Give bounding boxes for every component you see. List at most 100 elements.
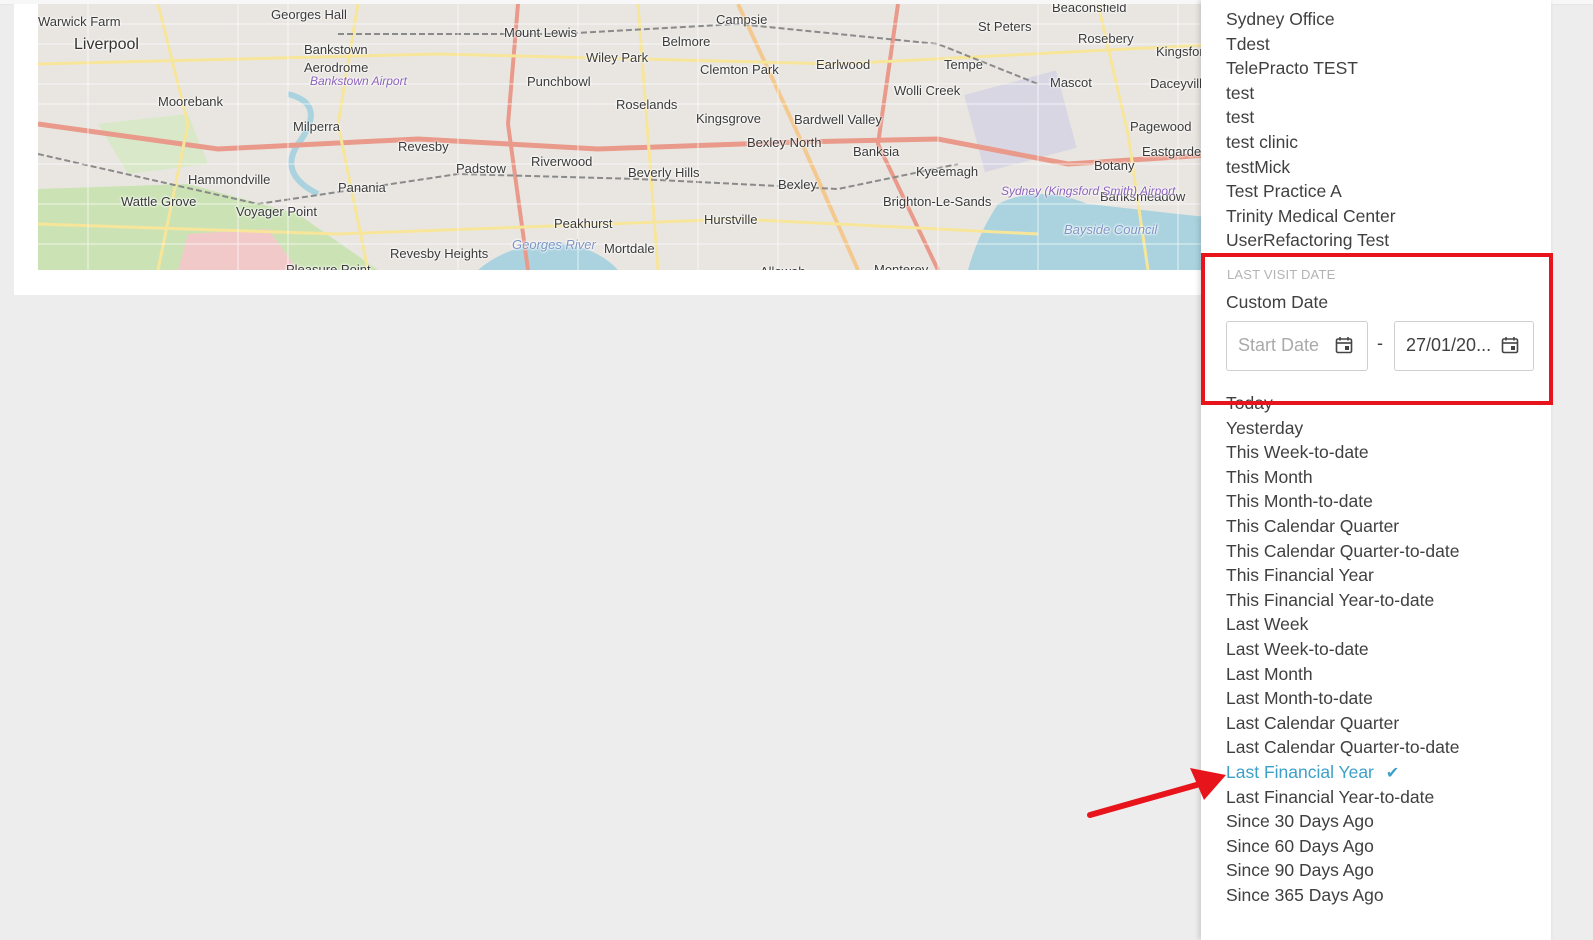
- map-place-label: Wattle Grove: [121, 194, 197, 209]
- map-place-label: Peakhurst: [554, 216, 613, 231]
- map-place-label: Mount Lewis: [504, 25, 577, 40]
- map-place-label: Hammondville: [188, 172, 271, 187]
- map-place-label: Roselands: [616, 97, 678, 112]
- map-place-label: Panania: [338, 180, 386, 195]
- date-range-option[interactable]: This Month: [1226, 465, 1313, 489]
- practice-option[interactable]: Test Practice A: [1226, 179, 1342, 203]
- date-range-option[interactable]: This Calendar Quarter: [1226, 514, 1399, 538]
- practice-option[interactable]: test clinic: [1226, 130, 1298, 154]
- map-view[interactable]: Warwick Farm Liverpool Georges Hall Banksto…: [38, 4, 1224, 270]
- map-place-label: Banksia: [853, 144, 900, 159]
- date-range-option-label: Last Week: [1226, 614, 1309, 635]
- map-place-label: Belmore: [662, 34, 711, 49]
- practice-option[interactable]: Trinity Medical Center: [1226, 204, 1396, 228]
- date-range-option-label: This Calendar Quarter-to-date: [1226, 540, 1460, 561]
- map-place-label: Mascot: [1050, 75, 1092, 90]
- map-place-label: Georges River: [512, 237, 596, 252]
- red-highlight-box: [1201, 253, 1553, 405]
- map-place-label: Bankstown Airport: [310, 74, 407, 88]
- map-place-label: Riverwood: [531, 154, 593, 169]
- map-place-label: Mortdale: [604, 241, 655, 256]
- red-arrow-annotation: [1087, 768, 1226, 818]
- map-place-label: Kingsgrove: [696, 111, 762, 126]
- date-range-option[interactable]: Last Calendar Quarter: [1226, 711, 1399, 735]
- map-place-label: Moorebank: [158, 94, 224, 109]
- map-place-label: Clemton Park: [700, 62, 779, 77]
- map-place-label: Pagewood: [1130, 119, 1192, 134]
- date-range-option[interactable]: Since 30 Days Ago: [1226, 809, 1374, 833]
- map-place-label: Bardwell Valley: [794, 112, 882, 127]
- map-place-label: Revesby Heights: [390, 246, 489, 261]
- map-place-label: Aerodrome: [304, 60, 369, 75]
- date-range-option-label: This Month-to-date: [1226, 491, 1373, 512]
- map-place-label: Voyager Point: [236, 204, 317, 219]
- date-range-option-label: Last Financial Year: [1226, 762, 1374, 782]
- map-place-label: Monterey: [874, 262, 929, 270]
- date-range-option[interactable]: Last Week: [1226, 612, 1308, 636]
- map-place-label: Revesby: [398, 139, 449, 154]
- map-place-label: Sydney (Kingsford Smith) Airport: [1001, 184, 1176, 198]
- date-range-option[interactable]: This Week-to-date: [1226, 440, 1369, 464]
- date-range-option[interactable]: Last Month-to-date: [1226, 686, 1373, 710]
- practice-option[interactable]: UserRefactoring Test: [1226, 228, 1389, 252]
- map-place-label: Kyeemagh: [916, 164, 979, 179]
- date-range-option-label: Last Financial Year-to-date: [1226, 786, 1435, 807]
- map-place-label: Rosebery: [1078, 31, 1134, 46]
- practice-option[interactable]: testMick: [1226, 155, 1290, 179]
- date-range-option-label: Last Calendar Quarter: [1226, 712, 1400, 733]
- map-place-label: Earlwood: [816, 57, 871, 72]
- date-range-option[interactable]: Last Month: [1226, 662, 1313, 686]
- date-range-option-label: Yesterday: [1226, 417, 1304, 438]
- date-range-option-label: Since 90 Days Ago: [1226, 860, 1374, 881]
- map-place-label: Campsie: [716, 12, 768, 27]
- date-range-option-label: Since 60 Days Ago: [1226, 835, 1374, 856]
- practice-option[interactable]: TelePracto TEST: [1226, 56, 1358, 80]
- map-place-label: Tempe: [944, 57, 984, 72]
- map-place-label: Wolli Creek: [894, 83, 961, 98]
- map-place-label: Milperra: [293, 119, 340, 134]
- map-place-label: Pleasure Point: [286, 262, 371, 270]
- map-place-label: Bayside Council: [1064, 222, 1158, 237]
- practice-option[interactable]: Sydney Office: [1226, 7, 1335, 31]
- practice-option[interactable]: Tdest: [1226, 32, 1270, 56]
- date-range-option-label: Last Calendar Quarter-to-date: [1226, 737, 1460, 758]
- date-range-option[interactable]: This Financial Year-to-date: [1226, 588, 1434, 612]
- date-range-option[interactable]: This Calendar Quarter-to-date: [1226, 539, 1459, 563]
- map-place-label: St Peters: [978, 19, 1032, 34]
- date-range-option-label: This Financial Year-to-date: [1226, 589, 1435, 610]
- date-range-option[interactable]: Since 60 Days Ago: [1226, 834, 1374, 858]
- date-range-option-label: This Calendar Quarter: [1226, 516, 1400, 536]
- date-range-option[interactable]: Last Week-to-date: [1226, 637, 1369, 661]
- map-place-label: Allawah: [760, 264, 806, 270]
- date-range-option[interactable]: Since 365 Days Ago: [1226, 883, 1384, 907]
- date-range-option[interactable]: Last Calendar Quarter-to-date: [1226, 735, 1459, 759]
- date-range-option[interactable]: Since 90 Days Ago: [1226, 858, 1374, 882]
- map-place-label: Botany: [1094, 158, 1135, 173]
- date-range-option[interactable]: This Month-to-date: [1226, 489, 1373, 513]
- date-range-option[interactable]: This Financial Year: [1226, 563, 1374, 587]
- date-range-option[interactable]: Last Financial Year ✔: [1226, 760, 1399, 784]
- date-range-option-label: Since 30 Days Ago: [1226, 811, 1374, 832]
- date-range-option-label: This Month: [1226, 466, 1313, 487]
- map-place-label: Liverpool: [74, 36, 139, 53]
- date-range-option-label: This Week-to-date: [1226, 442, 1369, 463]
- map-place-label: Padstow: [456, 161, 506, 176]
- date-range-option[interactable]: Yesterday: [1226, 416, 1303, 440]
- date-range-option[interactable]: Last Financial Year-to-date: [1226, 785, 1434, 809]
- date-range-option-label: Last Month-to-date: [1226, 688, 1373, 709]
- practice-option[interactable]: test: [1226, 81, 1254, 105]
- map-place-label: Bexley North: [747, 135, 822, 150]
- map-place-label: Punchbowl: [527, 74, 591, 89]
- map-place-label: Beverly Hills: [628, 165, 700, 180]
- check-icon: ✔: [1385, 765, 1400, 782]
- map-graphic: [38, 4, 1224, 270]
- map-place-label: Hurstville: [704, 212, 758, 227]
- map-place-label: Brighton-Le-Sands: [883, 194, 992, 209]
- date-range-option-label: Since 365 Days Ago: [1226, 885, 1384, 905]
- map-place-label: Bankstown: [304, 42, 368, 57]
- date-range-option-label: This Financial Year: [1226, 565, 1374, 586]
- map-place-label: Georges Hall: [271, 7, 347, 22]
- practice-option[interactable]: test: [1226, 105, 1254, 129]
- date-range-option-label: Last Month: [1226, 663, 1313, 684]
- map-place-label: Bexley: [778, 177, 818, 192]
